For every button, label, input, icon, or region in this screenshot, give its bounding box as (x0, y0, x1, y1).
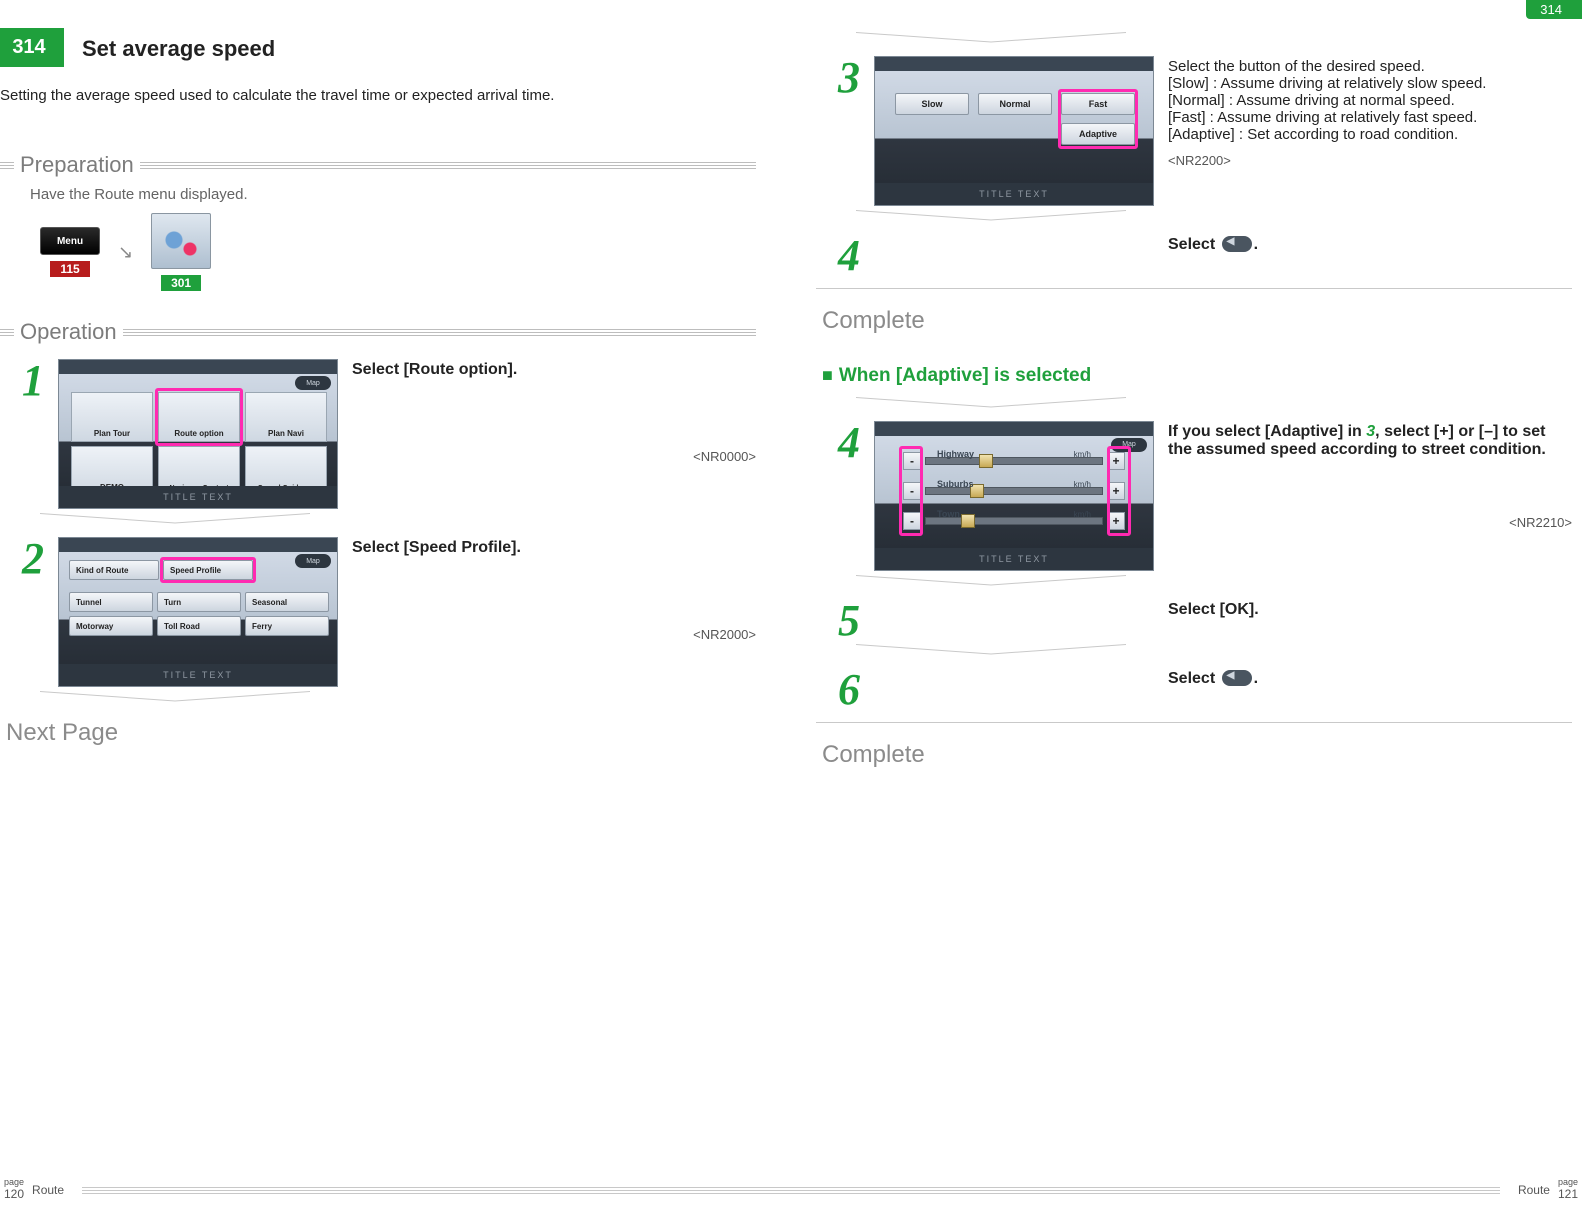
step-number: 3 (822, 56, 860, 98)
operation-heading: Operation (0, 319, 756, 345)
adaptive-heading: ■When [Adaptive] is selected (822, 365, 1572, 387)
footer-section-right: Route (1518, 1183, 1550, 1197)
footer-section-left: Route (32, 1183, 64, 1197)
screenshot-adaptive: Map -+ Highwaykm/h -+ Suburbskm/h -+ Tow… (874, 421, 1154, 571)
arrow-icon: ↘ (118, 242, 133, 263)
route-thumb (151, 213, 211, 269)
preparation-thumbnails: Menu 115 ↘ 301 (40, 213, 756, 291)
code-ref: <NR2000> (352, 627, 756, 642)
step-divider (856, 210, 1126, 220)
screenshot-step1: Map Plan Tour Route option Plan Navi DEM… (58, 359, 338, 509)
step-instruction: Select . (1168, 670, 1572, 688)
rule (816, 722, 1572, 723)
ref-tag-left: 115 (50, 261, 89, 277)
step-3: 3 Slow Normal Fast Adaptive TITLE TEXT S… (822, 56, 1572, 206)
highlight-speed-profile (160, 557, 256, 583)
section-number-tab: 314 (0, 28, 64, 67)
highlight-minus (899, 446, 923, 536)
right-column: 3 Slow Normal Fast Adaptive TITLE TEXT S… (816, 0, 1572, 769)
code-ref: <NR2210> (1168, 515, 1572, 530)
step-number: 6 (822, 668, 860, 710)
top-right-tab: 314 (1526, 0, 1582, 19)
screenshot-step2: Map Kind of Route Speed Profile Tunnel T… (58, 537, 338, 687)
code-ref: <NR2200> (1168, 153, 1572, 168)
step-1: 1 Map Plan Tour Route option Plan Navi D… (6, 359, 756, 509)
step-instruction: Select the button of the desired speed. (1168, 58, 1572, 75)
step-instruction: If you select [Adaptive] in 3, select [+… (1168, 423, 1572, 459)
step-2: 2 Map Kind of Route Speed Profile Tunnel… (6, 537, 756, 687)
step-adaptive-5: 5 Select [OK]. (822, 599, 1572, 641)
footer: page 120 Route Route page 121 (0, 1178, 1582, 1201)
step-instruction: Select [Route option]. (352, 361, 756, 379)
step-divider (40, 691, 310, 701)
step-instruction: Select . (1168, 236, 1572, 254)
highlight-plus (1107, 446, 1131, 536)
step-number: 1 (6, 359, 44, 401)
step-instruction: Select [Speed Profile]. (352, 539, 756, 557)
page-number-right: 121 (1558, 1187, 1578, 1201)
step-divider (856, 397, 1126, 407)
step-number: 2 (6, 537, 44, 579)
complete-label: Complete (822, 741, 1572, 769)
step-divider (856, 644, 1126, 654)
step-instruction: Select [OK]. (1168, 601, 1572, 619)
code-ref: <NR0000> (352, 449, 756, 464)
ref-tag-right: 301 (161, 275, 201, 291)
back-icon (1222, 670, 1252, 686)
step-number: 5 (822, 599, 860, 641)
section-title: Set average speed (64, 28, 275, 67)
step-adaptive-4: 4 Map -+ Highwaykm/h -+ Suburbskm/h -+ (822, 421, 1572, 571)
step-adaptive-6: 6 Select . (822, 668, 1572, 710)
screenshot-step3: Slow Normal Fast Adaptive TITLE TEXT (874, 56, 1154, 206)
highlight-route-option (155, 388, 243, 446)
menu-thumb: Menu (40, 227, 100, 255)
preparation-text: Have the Route menu displayed. (30, 186, 756, 203)
step-number: 4 (822, 234, 860, 276)
step-4: 4 Select . (822, 234, 1572, 276)
highlight-fast-adaptive (1058, 89, 1138, 149)
intro-text: Setting the average speed used to calcul… (0, 87, 756, 104)
step-divider (40, 513, 310, 523)
left-column: 314 Set average speed Setting the averag… (0, 0, 756, 769)
complete-label: Complete (822, 307, 1572, 335)
rule (816, 288, 1572, 289)
preparation-heading: Preparation (0, 152, 756, 178)
step-number: 4 (822, 421, 860, 463)
page-number-left: 120 (4, 1187, 24, 1201)
back-icon (1222, 236, 1252, 252)
step-divider (856, 575, 1126, 585)
step-divider (856, 32, 1126, 42)
next-page-label: Next Page (6, 719, 756, 747)
